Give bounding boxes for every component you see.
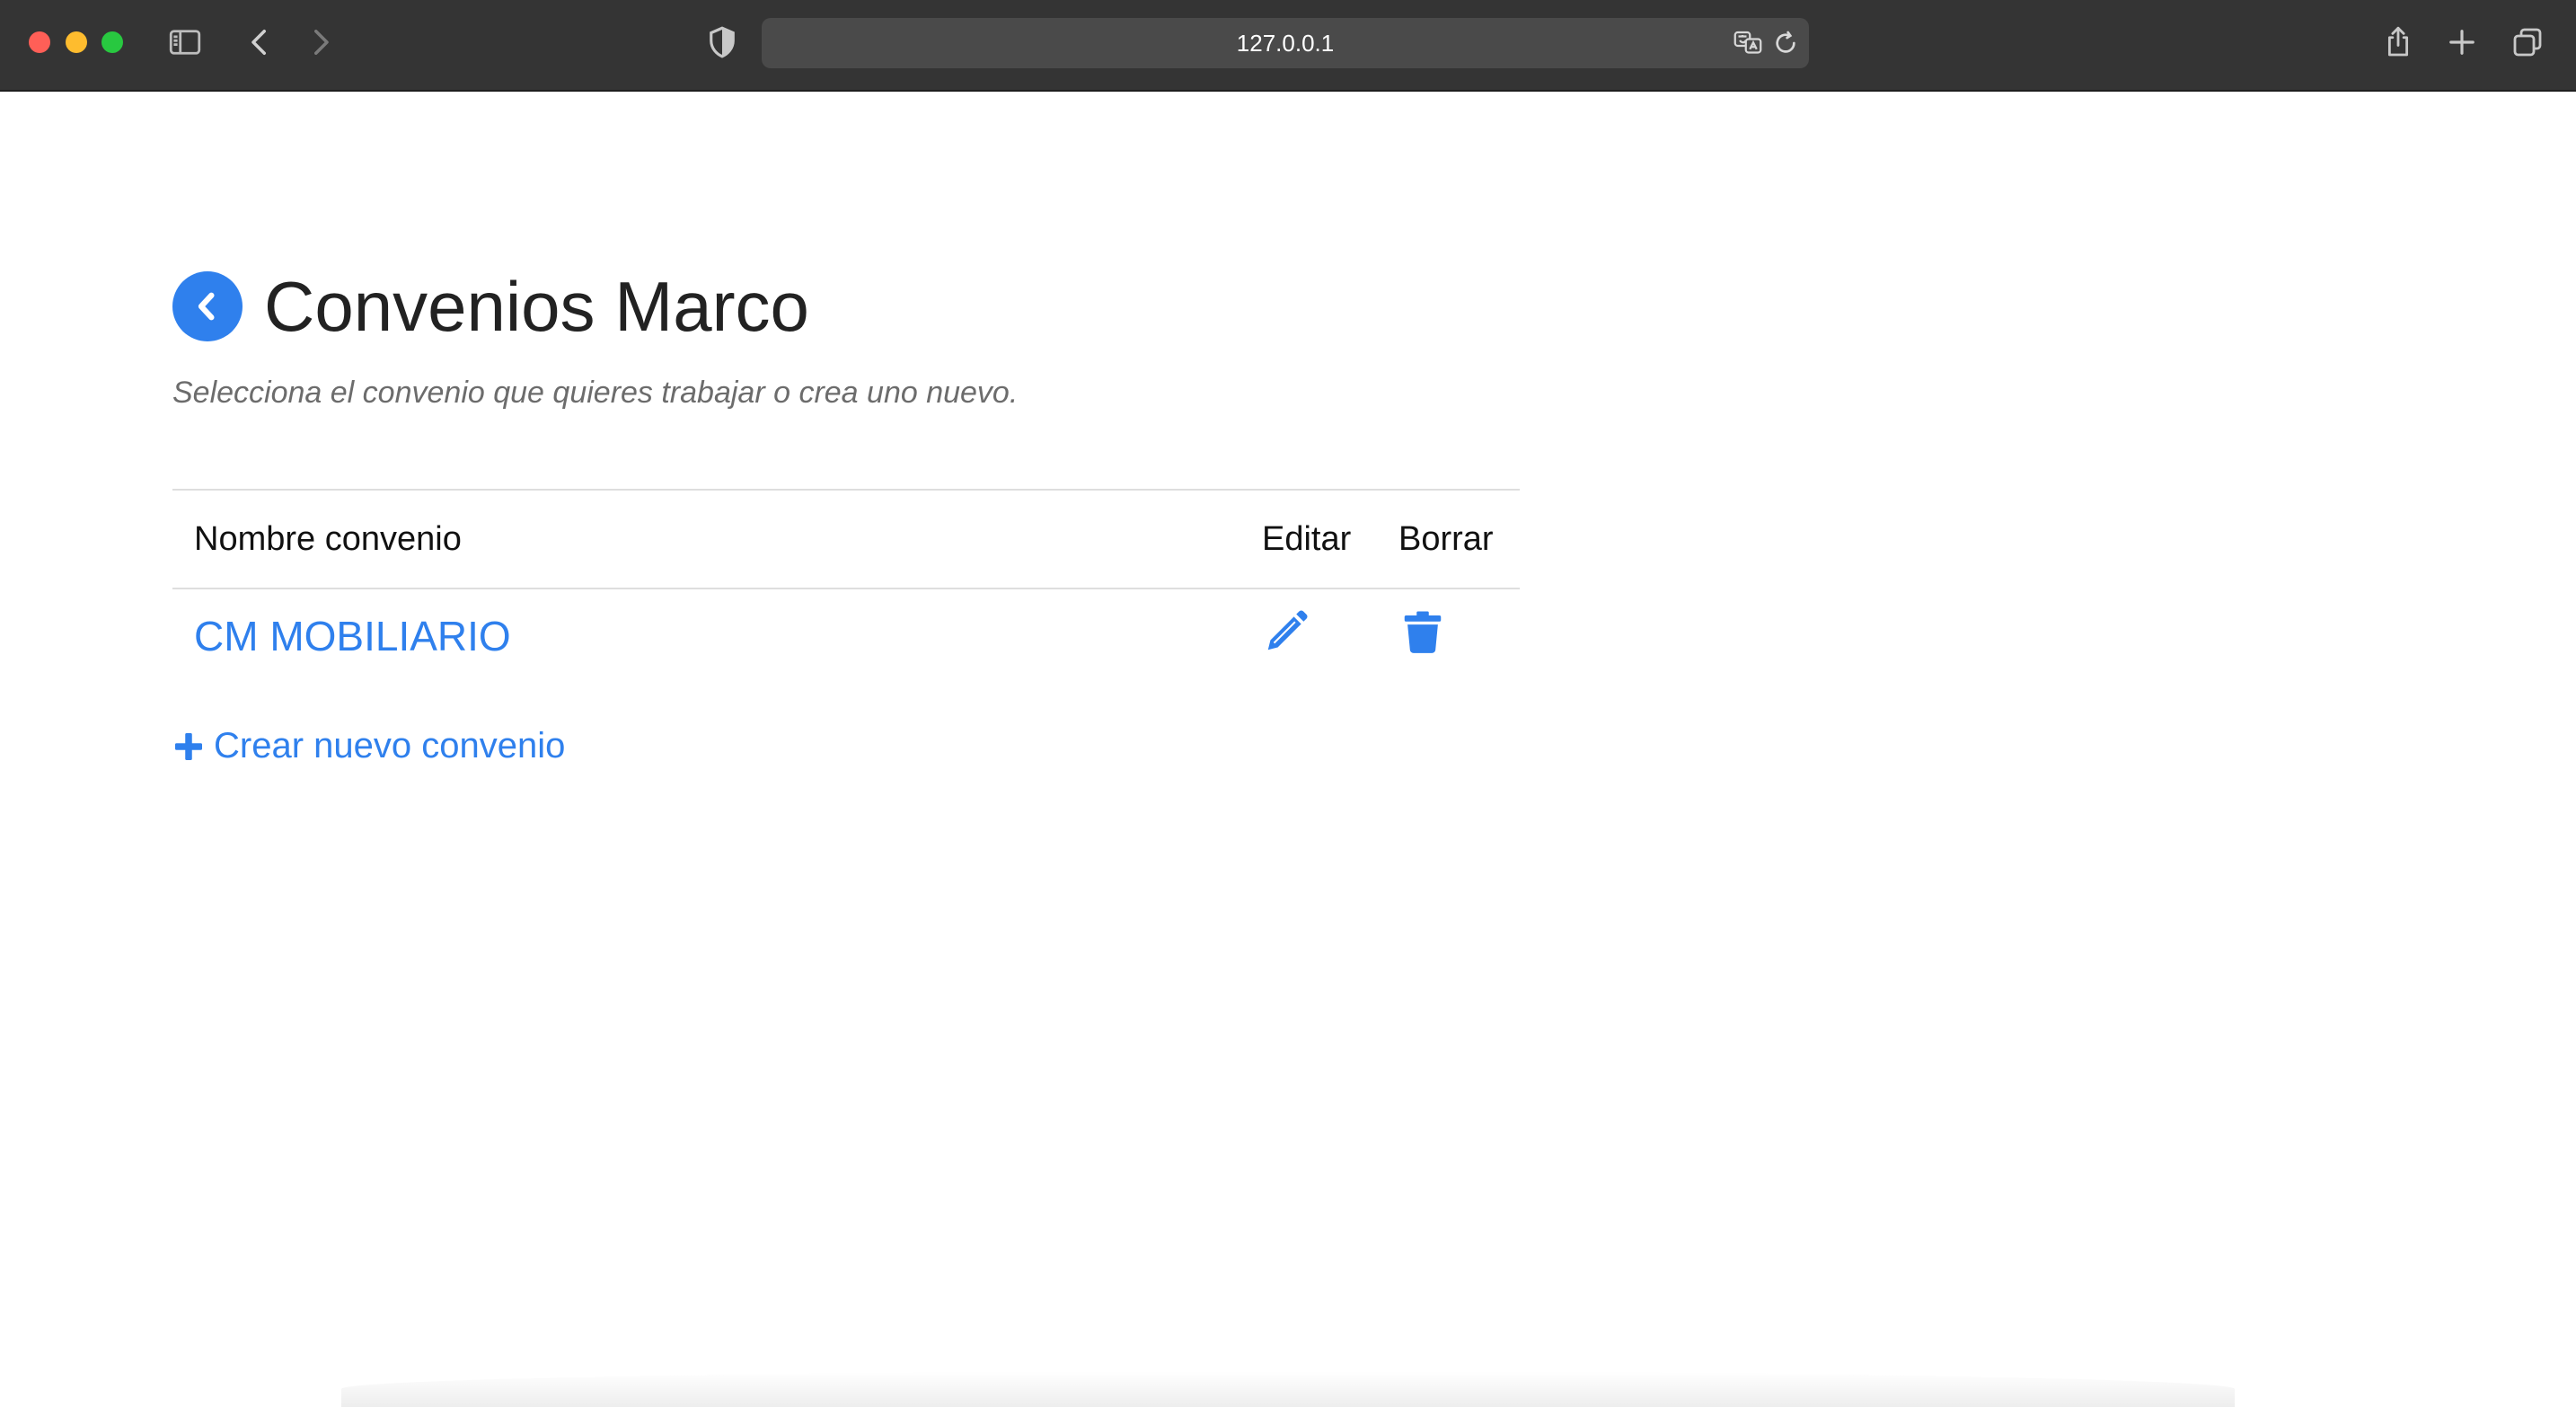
url-text: 127.0.0.1 (1236, 29, 1335, 57)
column-header-edit: Editar (1262, 519, 1352, 558)
pencil-icon[interactable] (1262, 607, 1310, 656)
bottom-edge-shadow (341, 1371, 2235, 1407)
back-arrow-icon[interactable] (241, 23, 278, 61)
translate-icon[interactable] (1732, 27, 1764, 59)
minimize-window-button[interactable] (66, 31, 87, 53)
privacy-shield-icon[interactable] (703, 23, 741, 61)
reload-icon[interactable] (1771, 29, 1800, 58)
table-row: CM MOBILIARIO (172, 588, 1520, 683)
create-convenio-label: Crear nuevo convenio (214, 726, 566, 765)
plus-icon (175, 732, 202, 760)
column-header-delete: Borrar (1398, 519, 1494, 558)
new-tab-icon[interactable] (2443, 23, 2481, 61)
page-title: Convenios Marco (264, 267, 809, 346)
trash-icon[interactable] (1398, 607, 1447, 656)
back-button[interactable] (172, 271, 243, 341)
convenio-link[interactable]: CM MOBILIARIO (194, 613, 511, 659)
page-subtitle: Selecciona el convenio que quieres traba… (172, 376, 1019, 410)
chevron-left-icon (198, 292, 215, 321)
zoom-window-button[interactable] (101, 31, 123, 53)
edit-cell (1262, 607, 1398, 665)
page-header: Convenios Marco (172, 271, 809, 341)
close-window-button[interactable] (29, 31, 50, 53)
column-header-name: Nombre convenio (194, 519, 462, 558)
convenios-table: Nombre convenio Editar Borrar CM MOBILIA… (172, 489, 1520, 683)
sidebar-toggle-icon[interactable] (166, 23, 204, 61)
forward-arrow-icon[interactable] (302, 23, 340, 61)
tab-overview-icon[interactable] (2509, 23, 2546, 61)
browser-toolbar: 127.0.0.1 (0, 0, 2576, 92)
create-convenio-link[interactable]: Crear nuevo convenio (172, 726, 565, 766)
address-bar[interactable]: 127.0.0.1 (762, 18, 1809, 68)
delete-cell (1398, 607, 1520, 665)
convenio-name-cell: CM MOBILIARIO (172, 612, 1262, 660)
table-header-row: Nombre convenio Editar Borrar (172, 489, 1520, 588)
share-icon[interactable] (2379, 23, 2417, 61)
